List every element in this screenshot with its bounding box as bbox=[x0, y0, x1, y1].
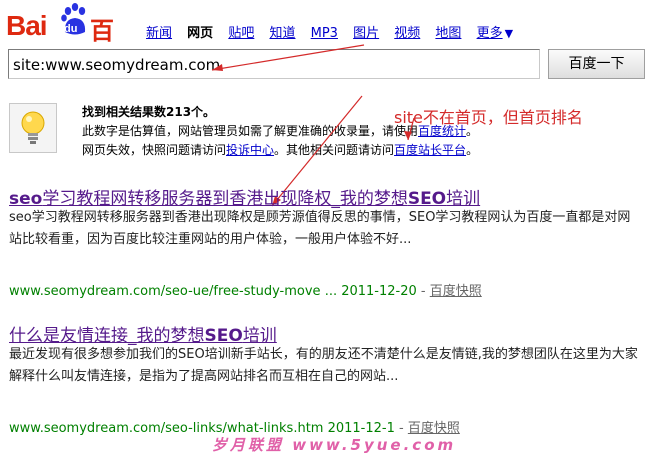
nav-tieba[interactable]: 贴吧 bbox=[228, 26, 254, 41]
result-snippet: 最近发现有很多想参加我们的SEO培训新手站长，有的朋友还不清楚什么是友情链,我的… bbox=[9, 347, 638, 384]
cache-link[interactable]: 百度快照 bbox=[430, 284, 482, 299]
nav-web: 网页 bbox=[187, 26, 214, 41]
search-type-nav: 新闻 网页 贴吧 知道 MP3 图片 视频 地图 更多 ▼ bbox=[146, 22, 513, 41]
lightbulb-icon bbox=[9, 103, 57, 153]
search-input[interactable]: site:www.seomydream.com bbox=[8, 49, 540, 79]
watermark: 岁月联盟 www.5yue.com bbox=[212, 436, 457, 454]
notice-text: 。其他相关问题请访问 bbox=[274, 143, 395, 157]
nav-news[interactable]: 新闻 bbox=[146, 26, 172, 41]
baidu-logo[interactable]: Bai du 百度 bbox=[6, 2, 131, 80]
search-query: site:www.seomydream.com bbox=[13, 56, 221, 74]
nav-mp3[interactable]: MP3 bbox=[311, 26, 338, 41]
result-url-line: www.seomydream.com/seo-ue/free-study-mov… bbox=[9, 284, 482, 299]
logo-latin: Bai bbox=[6, 10, 48, 41]
search-button[interactable]: 百度一下 bbox=[548, 49, 645, 79]
search-result: 什么是友情连接_我的梦想SEO培训 bbox=[9, 321, 277, 346]
result-snippet: seo学习教程网转移服务器到香港出现降权是顾芳源值得反思的事情，SEO学习教程网… bbox=[9, 210, 631, 247]
annotation-text: site不在首页，但首页排名 bbox=[394, 108, 583, 127]
result-title-link[interactable]: 什么是友情连接_我的梦想SEO培训 bbox=[9, 326, 277, 346]
nav-more[interactable]: 更多 bbox=[477, 26, 503, 41]
logo-paw-text: du bbox=[64, 23, 78, 35]
notice-text: 网页失效，快照问题请访问 bbox=[82, 143, 227, 157]
webmaster-platform-link[interactable]: 百度站长平台 bbox=[394, 143, 466, 157]
notice-text: 。 bbox=[466, 143, 479, 157]
nav-zhidao[interactable]: 知道 bbox=[269, 26, 295, 41]
search-result: seo学习教程网转移服务器到香港出现降权_我的梦想SEO培训 bbox=[9, 184, 480, 209]
chevron-down-icon[interactable]: ▼ bbox=[505, 27, 513, 40]
result-url: www.seomydream.com/seo-ue/free-study-mov… bbox=[9, 284, 417, 299]
nav-video[interactable]: 视频 bbox=[394, 26, 420, 41]
nav-images[interactable]: 图片 bbox=[353, 26, 379, 41]
result-title-link[interactable]: seo学习教程网转移服务器到香港出现降权_我的梦想SEO培训 bbox=[9, 189, 480, 209]
notice-text: 此数字是估算值，网站管理员如需了解更准确的收录量，请使用 bbox=[82, 124, 419, 138]
result-count-text: 找到相关结果数213个。 bbox=[82, 105, 216, 119]
complaint-center-link[interactable]: 投诉中心 bbox=[226, 143, 274, 157]
nav-map[interactable]: 地图 bbox=[435, 26, 461, 41]
